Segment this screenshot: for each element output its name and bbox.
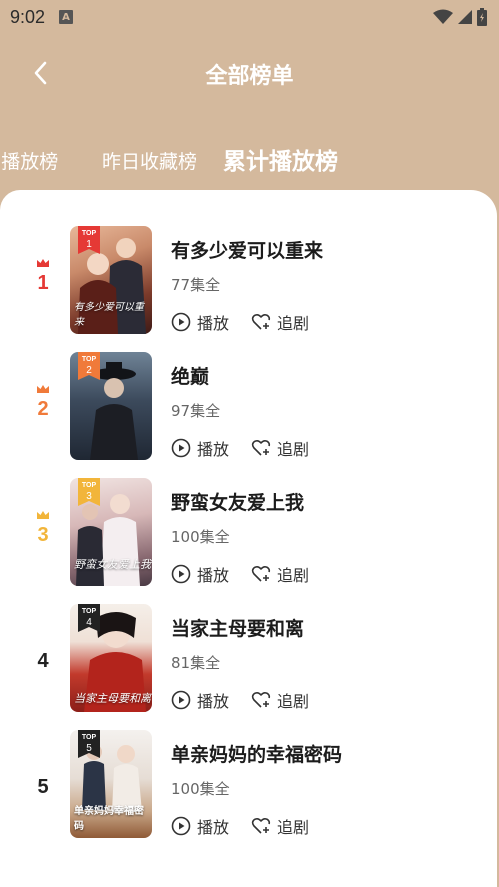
heart-plus-icon	[251, 817, 271, 834]
list-item[interactable]: 4 TOP 4 当家主母要和离 当家主母要和离 81集全 播放 追剧	[0, 604, 497, 714]
battery-icon	[477, 8, 487, 26]
play-circle-icon	[171, 816, 191, 836]
drama-poster[interactable]: TOP 2	[70, 352, 152, 460]
play-button[interactable]: 播放	[171, 562, 229, 586]
play-circle-icon	[171, 312, 191, 332]
heart-plus-icon	[251, 565, 271, 582]
tab-play-ranking[interactable]: l播放榜	[0, 147, 58, 174]
drama-poster[interactable]: TOP 3 野蛮女友爱上我	[70, 478, 152, 586]
rank-number: 4	[37, 650, 49, 672]
header: 全部榜单	[0, 44, 499, 104]
follow-button[interactable]: 追剧	[251, 814, 309, 838]
poster-title: 单亲妈妈幸福密码	[74, 806, 144, 832]
follow-button[interactable]: 追剧	[251, 562, 309, 586]
episode-count: 97集全	[171, 402, 221, 420]
rank-number: 1	[37, 272, 49, 294]
drama-poster[interactable]: TOP 4 当家主母要和离	[70, 604, 152, 712]
crown-icon	[37, 511, 49, 519]
wifi-icon	[433, 9, 453, 24]
episode-count: 100集全	[171, 780, 230, 798]
episode-count: 77集全	[171, 276, 221, 294]
rank-number: 2	[37, 398, 49, 420]
status-bar: 9:02 A	[0, 0, 499, 34]
play-button[interactable]: 播放	[171, 310, 229, 334]
episode-count: 81集全	[171, 654, 221, 672]
play-circle-icon	[171, 690, 191, 710]
rank-indicator: 4	[27, 650, 59, 673]
ranking-list: 1 TOP 1 有多少爱可以重来 有多少爱可以重来 77集全 播放 追剧 2 T…	[0, 190, 497, 887]
play-circle-icon	[171, 438, 191, 458]
heart-plus-icon	[251, 313, 271, 330]
heart-plus-icon	[251, 691, 271, 708]
poster-title: 野蛮女友爱上我	[74, 558, 151, 571]
tab-cumulative-plays[interactable]: 累计播放榜	[223, 142, 338, 176]
drama-title[interactable]: 单亲妈妈的幸福密码	[171, 740, 342, 767]
drama-title[interactable]: 野蛮女友爱上我	[171, 488, 304, 515]
play-button[interactable]: 播放	[171, 688, 229, 712]
rank-indicator: 1	[27, 258, 59, 295]
heart-plus-icon	[251, 439, 271, 456]
drama-title[interactable]: 有多少爱可以重来	[171, 236, 323, 263]
drama-title[interactable]: 绝巅	[171, 362, 209, 389]
signal-icon	[458, 10, 472, 24]
rank-number: 3	[37, 524, 49, 546]
rank-indicator: 2	[27, 384, 59, 421]
play-button[interactable]: 播放	[171, 436, 229, 460]
crown-icon	[37, 259, 49, 267]
list-item[interactable]: 5 TOP 5 单亲妈妈幸福密码 单亲妈妈的幸福密码 100集全 播放 追剧	[0, 730, 497, 840]
rank-number: 5	[37, 776, 49, 798]
rank-indicator: 3	[27, 510, 59, 547]
status-time: 9:02	[10, 6, 46, 27]
follow-button[interactable]: 追剧	[251, 436, 309, 460]
list-item[interactable]: 3 TOP 3 野蛮女友爱上我 野蛮女友爱上我 100集全 播放 追剧	[0, 478, 497, 588]
follow-button[interactable]: 追剧	[251, 688, 309, 712]
drama-title[interactable]: 当家主母要和离	[171, 614, 304, 641]
poster-title: 有多少爱可以重来	[74, 302, 144, 328]
drama-poster[interactable]: TOP 5 单亲妈妈幸福密码	[70, 730, 152, 838]
poster-title: 当家主母要和离	[74, 692, 151, 705]
crown-icon	[37, 385, 49, 393]
notification-icon: A	[59, 10, 74, 24]
status-icons	[433, 8, 487, 26]
list-item[interactable]: 2 TOP 2 绝巅 97集全 播放 追剧	[0, 352, 497, 462]
tab-yesterday-favorites[interactable]: 昨日收藏榜	[102, 147, 197, 174]
play-circle-icon	[171, 564, 191, 584]
page-title: 全部榜单	[205, 64, 294, 89]
follow-button[interactable]: 追剧	[251, 310, 309, 334]
play-button[interactable]: 播放	[171, 814, 229, 838]
ranking-tabs: l播放榜 昨日收藏榜 累计播放榜	[0, 130, 499, 180]
list-item[interactable]: 1 TOP 1 有多少爱可以重来 有多少爱可以重来 77集全 播放 追剧	[0, 226, 497, 336]
episode-count: 100集全	[171, 528, 230, 546]
rank-indicator: 5	[27, 776, 59, 799]
drama-poster[interactable]: TOP 1 有多少爱可以重来	[70, 226, 152, 334]
